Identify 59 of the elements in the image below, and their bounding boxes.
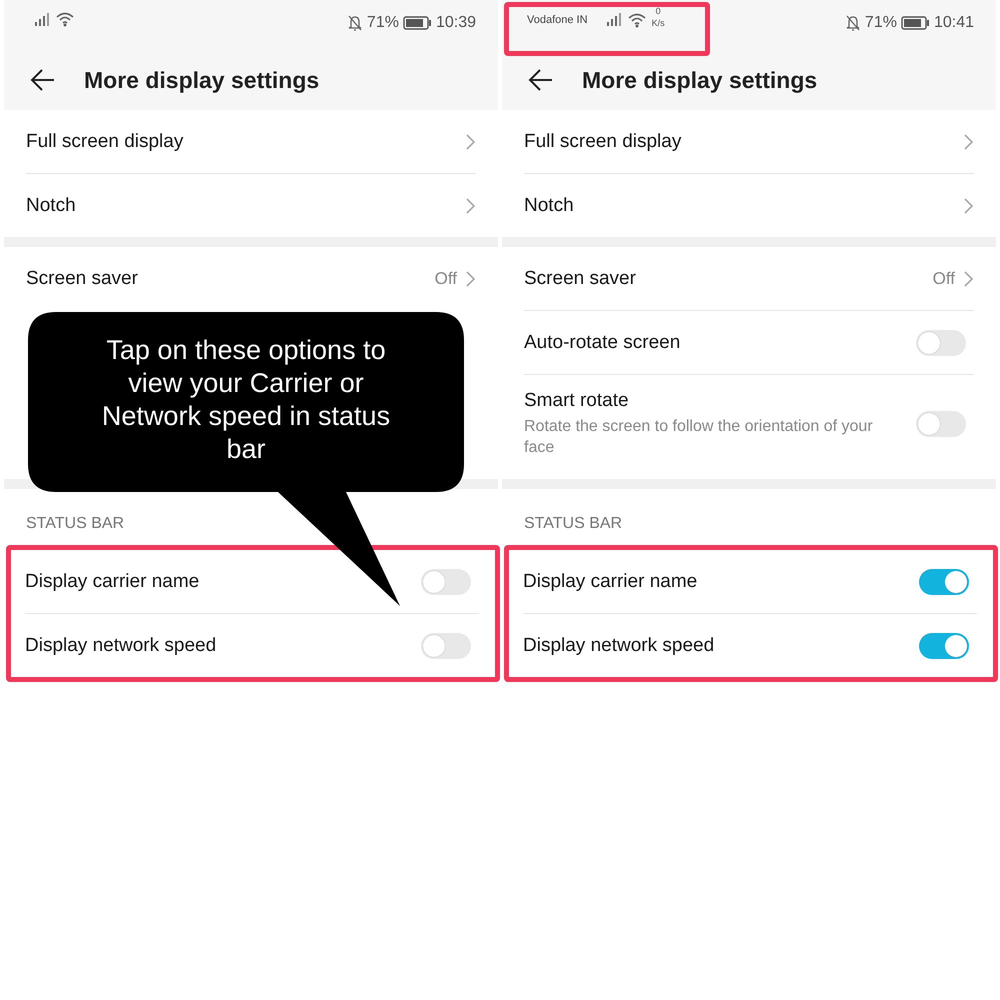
chevron-right-icon	[465, 196, 476, 214]
settings-row[interactable]: Display carrier name	[25, 550, 479, 613]
row-value: Off	[434, 268, 457, 288]
chevron-right-icon	[963, 196, 974, 214]
toggle-switch[interactable]	[919, 632, 969, 658]
page-title: More display settings	[582, 66, 818, 94]
row-label: Smart rotate	[524, 390, 630, 412]
battery-percent: 71%	[366, 14, 399, 32]
chevron-right-icon	[963, 132, 974, 150]
chevron-right-icon	[465, 270, 476, 288]
speed-unit: K/s	[652, 17, 665, 29]
callout-text: Tap on these options to view your Carrier or Network speed in status bar	[100, 334, 392, 466]
wifi-icon	[628, 12, 646, 28]
toggle-switch[interactable]	[919, 568, 969, 594]
back-arrow-icon[interactable]	[528, 68, 554, 92]
back-arrow-icon[interactable]	[30, 68, 56, 92]
wifi-icon	[56, 12, 74, 27]
clock-time: 10:41	[934, 14, 974, 32]
bell-off-icon	[844, 15, 861, 31]
settings-row[interactable]: Screen saver Off	[26, 247, 476, 310]
bell-off-icon	[346, 15, 363, 31]
settings-row[interactable]: Display network speed	[25, 613, 479, 677]
page-title: More display settings	[84, 66, 320, 94]
row-label: Auto-rotate screen	[524, 332, 680, 354]
row-label: Full screen display	[524, 130, 682, 152]
row-label: Screen saver	[26, 268, 138, 290]
toggle-switch[interactable]	[916, 330, 966, 356]
chevron-right-icon	[963, 270, 974, 288]
chevron-right-icon	[465, 132, 476, 150]
speed-value: 0	[656, 5, 661, 17]
toggle-switch[interactable]	[421, 568, 471, 594]
signal-icon	[606, 13, 622, 27]
row-description: Rotate the screen to follow the orientation of your face	[524, 417, 874, 458]
row-label: Full screen display	[26, 130, 184, 152]
carrier-name: Vodafone IN	[527, 14, 588, 26]
settings-row[interactable]: Full screen display	[26, 110, 476, 173]
row-label: Display carrier name	[523, 570, 698, 592]
toggle-switch[interactable]	[421, 632, 471, 658]
row-label: Screen saver	[524, 268, 636, 290]
battery-icon	[900, 16, 930, 30]
settings-row[interactable]: Auto-rotate screen	[524, 310, 974, 374]
row-value: Off	[932, 268, 955, 288]
settings-row[interactable]: Display carrier name	[523, 550, 977, 613]
row-label: Display network speed	[523, 634, 714, 656]
row-label: Display carrier name	[25, 570, 200, 592]
section-header: STATUS BAR	[25, 514, 126, 534]
signal-icon	[34, 12, 50, 26]
settings-row[interactable]: Screen saver Off	[524, 247, 974, 310]
row-label: Display network speed	[25, 634, 216, 656]
row-label: Notch	[26, 194, 76, 216]
settings-row[interactable]: Full screen display	[524, 110, 974, 173]
battery-percent: 71%	[864, 14, 897, 32]
row-label: Notch	[524, 194, 574, 216]
settings-row[interactable]: Smart rotate Rotate the screen to follow the orientation of your face	[524, 374, 974, 473]
settings-row[interactable]: Display network speed	[523, 613, 977, 677]
section-header: STATUS BAR	[523, 514, 624, 534]
battery-icon	[402, 16, 432, 30]
toggle-switch[interactable]	[916, 411, 966, 437]
clock-time: 10:39	[436, 14, 476, 32]
